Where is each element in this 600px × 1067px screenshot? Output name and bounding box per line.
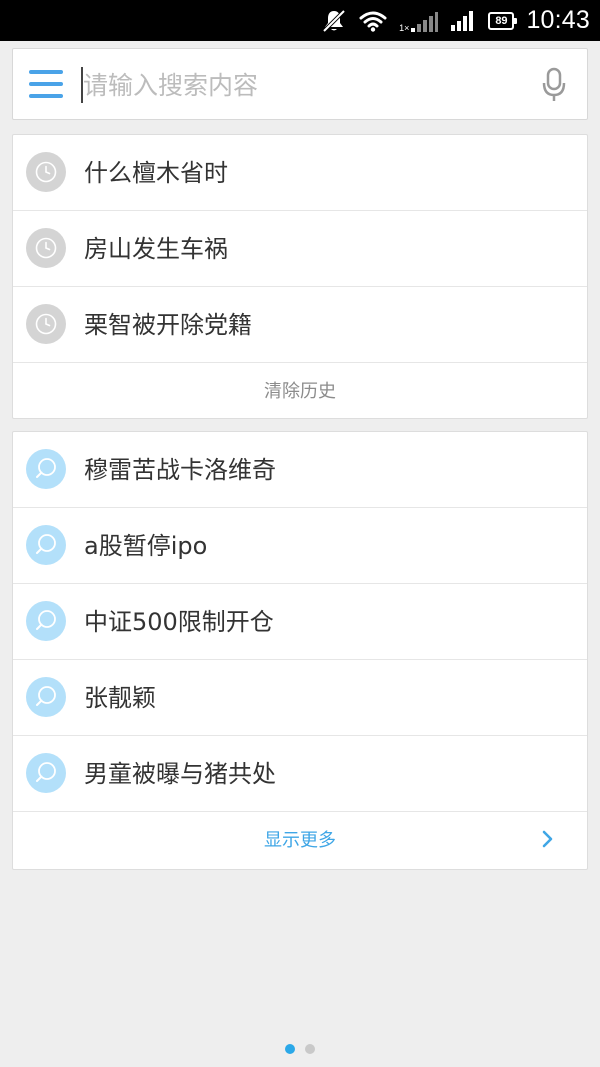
search-bubble-icon bbox=[26, 525, 66, 565]
search-history-card: 什么檀木省时 房山发生车祸 栗智被开除党籍 清除历史 bbox=[12, 134, 588, 419]
network-type-label: 1× bbox=[399, 22, 410, 33]
search-bar bbox=[12, 48, 588, 120]
battery-icon: 89 bbox=[488, 11, 518, 30]
suggestion-item-label: 男童被曝与猪共处 bbox=[84, 760, 276, 788]
page-dot[interactable] bbox=[305, 1044, 315, 1054]
search-bubble-icon bbox=[26, 601, 66, 641]
status-icons: 1× 89 10:43 bbox=[321, 0, 590, 41]
clear-history-button[interactable]: 清除历史 bbox=[13, 363, 587, 417]
clock-icon bbox=[26, 152, 66, 192]
show-more-button[interactable]: 显示更多 bbox=[13, 812, 587, 866]
history-item-label: 栗智被开除党籍 bbox=[84, 311, 252, 339]
search-bubble-icon bbox=[26, 449, 66, 489]
suggestion-item-label: 穆雷苦战卡洛维奇 bbox=[84, 456, 276, 484]
signal-icon bbox=[450, 10, 476, 32]
suggestion-item[interactable]: 张靓颖 bbox=[13, 660, 587, 736]
mute-icon bbox=[321, 8, 347, 34]
page-indicator bbox=[0, 1044, 600, 1054]
status-time: 10:43 bbox=[526, 6, 590, 34]
clear-history-label: 清除历史 bbox=[264, 381, 336, 402]
page-dot-active[interactable] bbox=[285, 1044, 295, 1054]
suggestion-item-label: 张靓颖 bbox=[84, 684, 156, 712]
search-bubble-icon bbox=[26, 677, 66, 717]
history-item[interactable]: 房山发生车祸 bbox=[13, 211, 587, 287]
suggestion-item[interactable]: 中证500限制开仓 bbox=[13, 584, 587, 660]
clock-icon bbox=[26, 304, 66, 344]
search-input[interactable] bbox=[83, 63, 523, 107]
hot-search-card: 穆雷苦战卡洛维奇 a股暂停ipo 中证500限制开仓 张靓颖 男童被曝与猪共处 … bbox=[12, 431, 588, 870]
status-bar: 1× 89 10:43 bbox=[0, 0, 600, 41]
menu-icon[interactable] bbox=[29, 70, 63, 98]
suggestion-item[interactable]: 男童被曝与猪共处 bbox=[13, 736, 587, 812]
clock-icon bbox=[26, 228, 66, 268]
signal-1x-icon: 1× bbox=[399, 9, 439, 33]
suggestion-item-label: 中证500限制开仓 bbox=[84, 608, 274, 636]
history-item[interactable]: 什么檀木省时 bbox=[13, 135, 587, 211]
show-more-label: 显示更多 bbox=[264, 830, 336, 851]
history-item[interactable]: 栗智被开除党籍 bbox=[13, 287, 587, 363]
chevron-right-icon bbox=[541, 830, 555, 848]
suggestion-item[interactable]: a股暂停ipo bbox=[13, 508, 587, 584]
microphone-icon[interactable] bbox=[541, 67, 567, 103]
search-bubble-icon bbox=[26, 753, 66, 793]
suggestion-item[interactable]: 穆雷苦战卡洛维奇 bbox=[13, 432, 587, 508]
wifi-icon bbox=[359, 10, 387, 32]
suggestion-item-label: a股暂停ipo bbox=[84, 532, 208, 560]
history-item-label: 房山发生车祸 bbox=[84, 235, 228, 263]
history-item-label: 什么檀木省时 bbox=[84, 159, 228, 187]
